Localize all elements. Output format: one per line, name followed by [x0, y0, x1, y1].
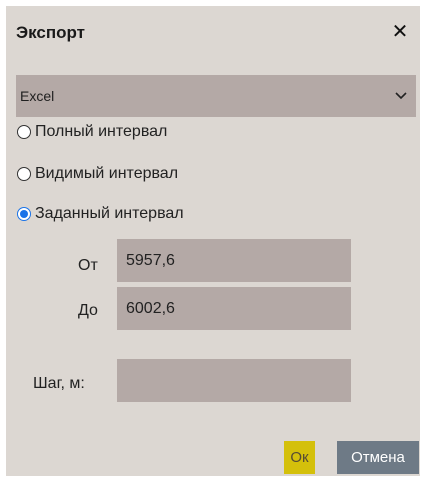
step-input[interactable]	[117, 359, 351, 402]
format-select-value: Excel	[20, 88, 55, 104]
radio-label: Полный интервал	[35, 123, 168, 140]
export-dialog: Экспорт ✕ Excel Полный интервал Видимый …	[6, 6, 420, 476]
to-input[interactable]	[117, 287, 351, 330]
radio-button[interactable]	[17, 167, 31, 181]
radio-custom-interval[interactable]: Заданный интервал	[17, 205, 184, 223]
format-select[interactable]: Excel	[16, 75, 416, 117]
radio-label: Видимый интервал	[35, 165, 179, 182]
radio-visible-interval[interactable]: Видимый интервал	[17, 165, 178, 183]
radio-full-interval[interactable]: Полный интервал	[17, 123, 167, 141]
radio-button[interactable]	[17, 125, 31, 139]
ok-button[interactable]: Ок	[284, 441, 315, 474]
chevron-down-icon	[395, 92, 407, 100]
radio-label: Заданный интервал	[35, 205, 184, 222]
from-label: От	[78, 257, 98, 274]
close-icon[interactable]: ✕	[390, 22, 410, 42]
from-input[interactable]	[117, 239, 351, 282]
dialog-title: Экспорт	[16, 23, 85, 42]
radio-button-checked[interactable]	[17, 207, 31, 221]
step-label: Шаг, м:	[33, 375, 85, 392]
cancel-button[interactable]: Отмена	[337, 441, 419, 474]
to-label: До	[78, 302, 98, 319]
